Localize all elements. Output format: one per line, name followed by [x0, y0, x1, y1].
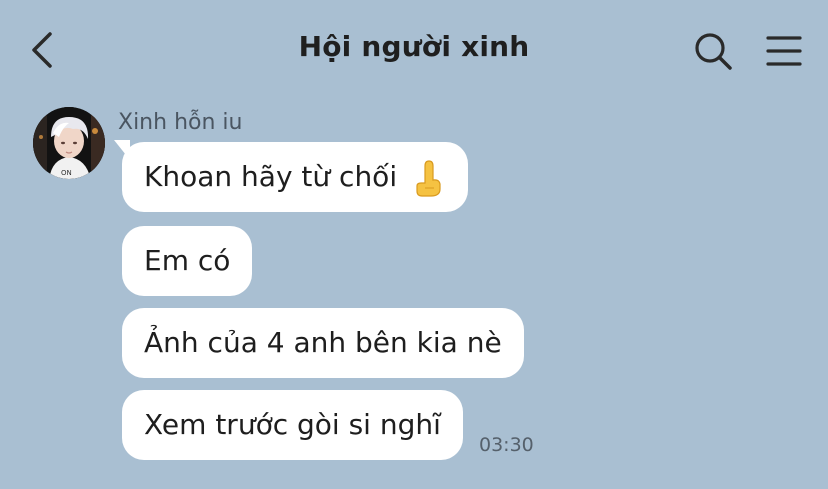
avatar-image: ON	[33, 107, 105, 179]
message-bubble[interactable]: Khoan hãy từ chối	[122, 142, 468, 212]
message-text: Ảnh của 4 anh bên kia nè	[144, 326, 502, 359]
message-bubble[interactable]: Em có	[122, 226, 253, 296]
search-button[interactable]	[692, 30, 734, 72]
chat-header: Hội người xinh	[0, 0, 828, 100]
hamburger-menu-icon	[766, 36, 802, 66]
sender-avatar[interactable]: ON	[33, 107, 105, 179]
finger-pointing-up-emoji-icon	[412, 154, 446, 197]
message-text: Khoan hãy từ chối	[144, 160, 398, 193]
menu-button[interactable]	[764, 34, 804, 68]
message-bubble[interactable]: Ảnh của 4 anh bên kia nè	[122, 308, 524, 378]
message-bubble[interactable]: Xem trước gòi si nghĩ	[122, 390, 463, 460]
message-text: Xem trước gòi si nghĩ	[144, 408, 441, 441]
message-timestamp: 03:30	[479, 434, 534, 456]
svg-text:ON: ON	[61, 169, 72, 177]
sender-name: Xinh hỗn iu	[118, 110, 243, 135]
search-icon	[695, 33, 732, 70]
message-text: Em có	[144, 244, 231, 277]
